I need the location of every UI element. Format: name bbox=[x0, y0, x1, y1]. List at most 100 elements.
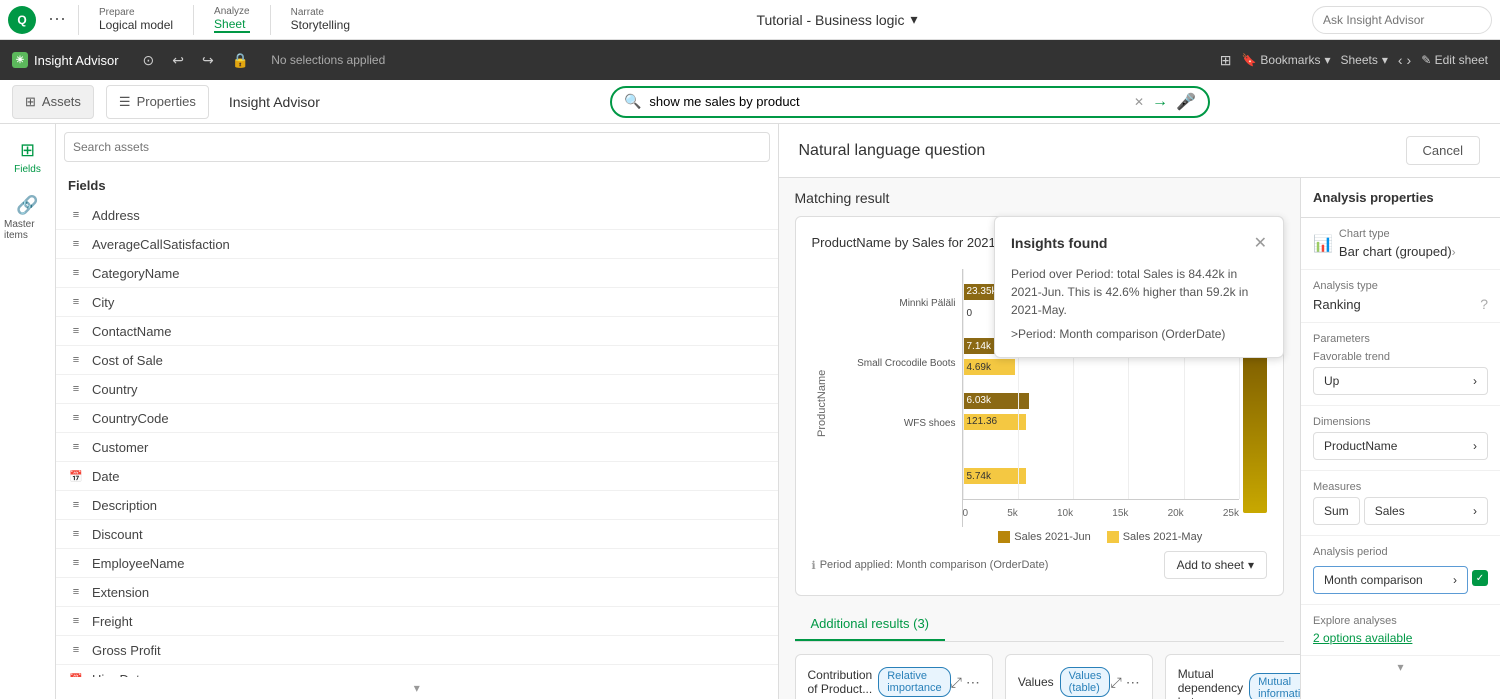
more-card-1-button[interactable]: ⋯ bbox=[966, 674, 980, 691]
more-card-2-button[interactable]: ⋯ bbox=[1126, 674, 1140, 691]
top-right bbox=[1312, 6, 1492, 34]
analysis-type-section: Analysis type Ranking ? bbox=[1301, 270, 1500, 323]
insights-close-button[interactable]: ✕ bbox=[1254, 233, 1267, 253]
analysis-period-checkbox[interactable]: ✓ bbox=[1472, 570, 1488, 586]
selection-icon[interactable]: ⊙ bbox=[139, 50, 159, 71]
next-arrow-icon[interactable]: › bbox=[1407, 52, 1412, 68]
properties-tab-label: Properties bbox=[137, 94, 196, 109]
tab-properties[interactable]: ☰ Properties bbox=[106, 85, 209, 119]
field-item-extension[interactable]: ≡ Extension bbox=[56, 578, 778, 607]
field-item-countrycode[interactable]: ≡ CountryCode bbox=[56, 404, 778, 433]
field-item-freight[interactable]: ≡ Freight bbox=[56, 607, 778, 636]
content-header: Natural language question Cancel bbox=[779, 124, 1500, 178]
qlik-icon-symbol: Q bbox=[8, 6, 36, 34]
nav-prepare[interactable]: Prepare Logical model bbox=[87, 7, 185, 32]
analysis-period-select[interactable]: Month comparison › bbox=[1313, 566, 1468, 594]
field-item-address[interactable]: ≡ Address bbox=[56, 201, 778, 230]
sheets-chevron-icon: ▾ bbox=[1382, 53, 1388, 67]
insights-link[interactable]: >Period: Month comparison (OrderDate) bbox=[1011, 327, 1225, 341]
field-name: Freight bbox=[92, 614, 132, 629]
app-title-chevron-icon: ▾ bbox=[911, 11, 918, 28]
bookmarks-button[interactable]: 🔖 Bookmarks ▾ bbox=[1241, 53, 1330, 67]
microphone-icon[interactable]: 🎤 bbox=[1176, 92, 1196, 112]
favorable-trend-select[interactable]: Up › bbox=[1313, 367, 1488, 395]
submit-arrow-icon[interactable]: → bbox=[1152, 93, 1168, 111]
redo-icon[interactable]: ↪ bbox=[198, 50, 218, 71]
app-title[interactable]: Tutorial - Business logic ▾ bbox=[756, 11, 917, 28]
period-info: ℹ Period applied: Month comparison (Orde… bbox=[812, 559, 1049, 572]
insights-text: Period over Period: total Sales is 84.42… bbox=[1011, 265, 1267, 319]
chart-footer: ℹ Period applied: Month comparison (Orde… bbox=[812, 551, 1268, 579]
field-name: City bbox=[92, 295, 114, 310]
nav-analyze[interactable]: Analyze Sheet bbox=[202, 6, 262, 33]
legend-may-color bbox=[1107, 531, 1119, 543]
expand-card-2-button[interactable]: ⤢ bbox=[1110, 674, 1121, 691]
field-item-discount[interactable]: ≡ Discount bbox=[56, 520, 778, 549]
field-text-icon: ≡ bbox=[68, 352, 84, 368]
sidebar-fields-icon-btn[interactable]: ⊞ Fields bbox=[0, 132, 55, 183]
tab-assets[interactable]: ⊞ Assets bbox=[12, 85, 94, 119]
search-input[interactable] bbox=[649, 94, 1126, 109]
add-to-sheet-button[interactable]: Add to sheet ▾ bbox=[1164, 551, 1267, 579]
field-item-employee[interactable]: ≡ EmployeeName bbox=[56, 549, 778, 578]
field-text-icon: ≡ bbox=[68, 410, 84, 426]
field-name: ContactName bbox=[92, 324, 171, 339]
x-label-0: 0 bbox=[963, 508, 969, 519]
sidebar-master-icon-btn[interactable]: 🔗 Master items bbox=[0, 187, 55, 249]
y-label-2: Small Crocodile Boots bbox=[832, 358, 956, 369]
clear-icon[interactable]: ✕ bbox=[1134, 95, 1144, 109]
search-assets-input[interactable] bbox=[64, 132, 770, 162]
field-name: EmployeeName bbox=[92, 556, 185, 571]
parameters-label: Parameters bbox=[1313, 333, 1488, 345]
fields-list: ≡ Address ≡ AverageCallSatisfaction ≡ Ca… bbox=[56, 201, 778, 677]
analysis-type-label: Analysis type bbox=[1313, 280, 1488, 292]
field-item-contact[interactable]: ≡ ContactName bbox=[56, 317, 778, 346]
grid-icon[interactable]: ⊞ bbox=[1220, 52, 1232, 69]
field-item-hiredate[interactable]: 📅 Hire Date bbox=[56, 665, 778, 677]
analysis-period-section: Analysis period Month comparison › ✓ bbox=[1301, 536, 1500, 605]
sheets-button[interactable]: Sheets ▾ bbox=[1340, 53, 1387, 67]
matching-result-label: Matching result bbox=[795, 190, 1285, 206]
nav-arrows: ‹ › bbox=[1398, 52, 1411, 68]
top-center: Tutorial - Business logic ▾ bbox=[370, 11, 1304, 28]
field-item-description[interactable]: ≡ Description bbox=[56, 491, 778, 520]
field-item-customer[interactable]: ≡ Customer bbox=[56, 433, 778, 462]
add-to-sheet-label: Add to sheet bbox=[1177, 558, 1244, 572]
explore-analyses-link[interactable]: 2 options available bbox=[1313, 631, 1412, 645]
field-item-costofsale[interactable]: ≡ Cost of Sale bbox=[56, 346, 778, 375]
bookmark-icon: 🔖 bbox=[1241, 53, 1256, 67]
field-name: CategoryName bbox=[92, 266, 179, 281]
field-item-city[interactable]: ≡ City bbox=[56, 288, 778, 317]
field-item-date[interactable]: 📅 Date bbox=[56, 462, 778, 491]
lock-icon[interactable]: 🔒 bbox=[228, 50, 253, 71]
insight-advisor-button[interactable]: ☀ Insight Advisor bbox=[12, 52, 119, 68]
field-item-avgcall[interactable]: ≡ AverageCallSatisfaction bbox=[56, 230, 778, 259]
result-card-2-title-text: Values bbox=[1018, 675, 1054, 689]
field-text-icon: ≡ bbox=[68, 526, 84, 542]
explore-analyses-label: Explore analyses bbox=[1313, 615, 1488, 627]
info-icon: ℹ bbox=[812, 559, 816, 572]
analysis-props-header: Analysis properties bbox=[1301, 178, 1500, 218]
additional-results-tab[interactable]: Additional results (3) bbox=[795, 608, 946, 641]
field-item-category[interactable]: ≡ CategoryName bbox=[56, 259, 778, 288]
nav-narrate[interactable]: Narrate Storytelling bbox=[279, 7, 362, 32]
prev-arrow-icon[interactable]: ‹ bbox=[1398, 52, 1403, 68]
master-items-icon-label: Master items bbox=[4, 219, 51, 241]
measure-sum-tag[interactable]: Sum bbox=[1313, 497, 1360, 525]
ask-advisor-input[interactable] bbox=[1312, 6, 1492, 34]
dimension-tag[interactable]: ProductName › bbox=[1313, 432, 1488, 460]
measure-sales-tag[interactable]: Sales › bbox=[1364, 497, 1488, 525]
fields-header: Fields bbox=[56, 170, 778, 201]
x-label-10k: 10k bbox=[1057, 508, 1073, 519]
assets-icon: ⊞ bbox=[25, 94, 36, 110]
sheets-label: Sheets bbox=[1340, 53, 1377, 67]
undo-icon[interactable]: ↩ bbox=[168, 50, 188, 71]
field-item-grossprofit[interactable]: ≡ Gross Profit bbox=[56, 636, 778, 665]
cancel-button[interactable]: Cancel bbox=[1406, 136, 1480, 165]
field-item-country[interactable]: ≡ Country bbox=[56, 375, 778, 404]
parameters-section: Parameters Favorable trend Up › bbox=[1301, 323, 1500, 406]
app-menu-dots[interactable]: ⋯ bbox=[44, 5, 70, 34]
result-card-mutual: Mutual dependency bet... Mutual informat… bbox=[1165, 654, 1300, 699]
expand-card-1-button[interactable]: ⤢ bbox=[951, 674, 962, 691]
edit-sheet-button[interactable]: ✎ Edit sheet bbox=[1421, 53, 1488, 67]
